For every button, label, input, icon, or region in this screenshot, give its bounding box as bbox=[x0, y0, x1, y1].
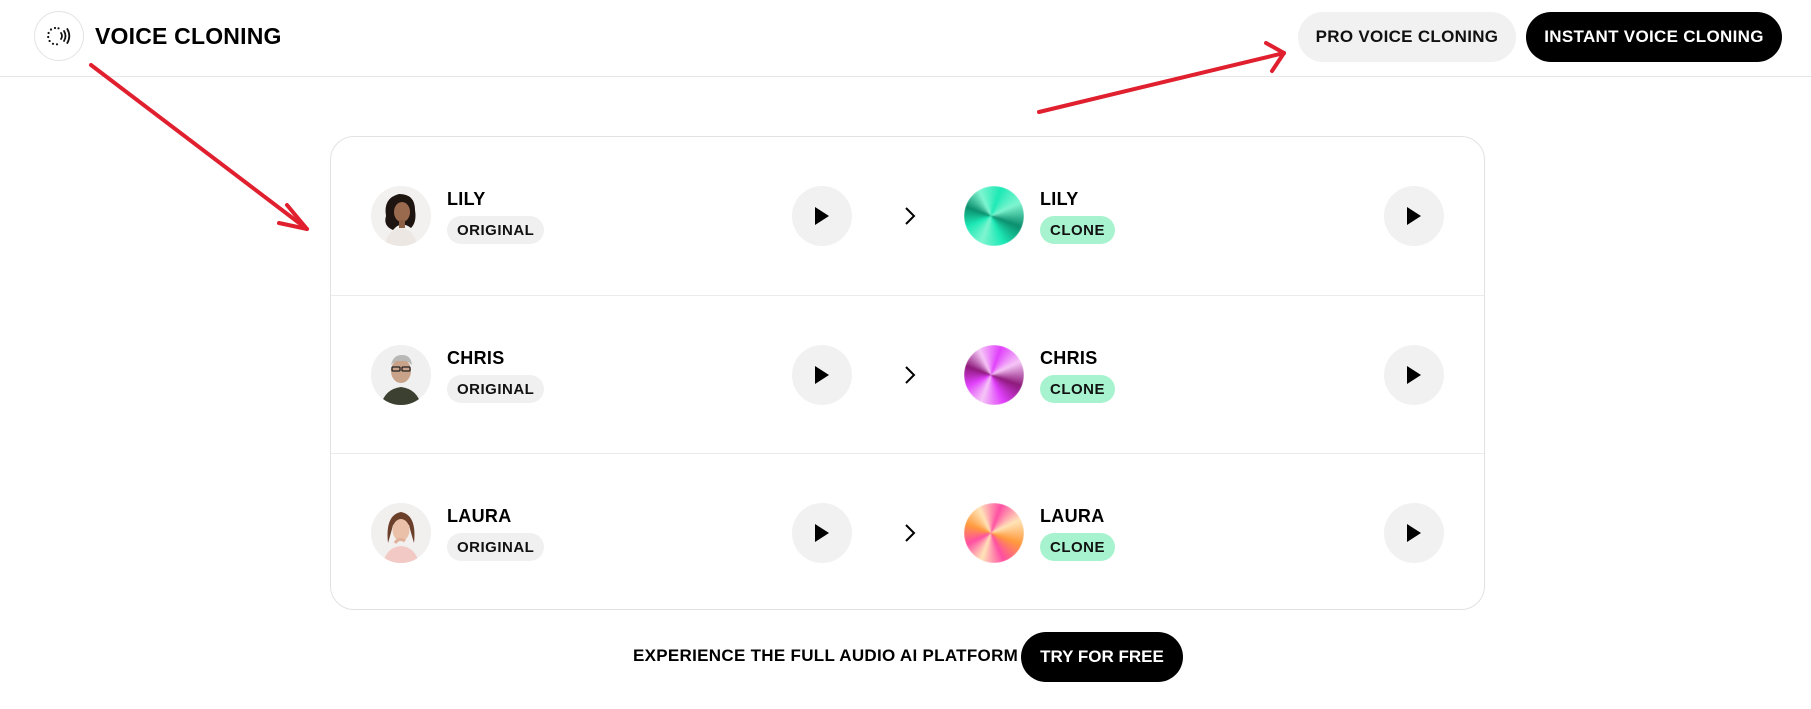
clone-voice-name: CHRIS bbox=[1040, 348, 1098, 368]
voice-row: LAURA ORIGINAL LAURA CLONE bbox=[331, 453, 1484, 609]
clone-orb bbox=[964, 503, 1024, 563]
original-badge: ORIGINAL bbox=[447, 375, 545, 403]
original-voice-name: LAURA bbox=[447, 506, 512, 526]
person-photo-icon bbox=[371, 503, 431, 563]
chevron-right-icon bbox=[902, 520, 918, 546]
play-clone-button[interactable] bbox=[1384, 345, 1444, 405]
clone-voice-name: LAURA bbox=[1040, 506, 1105, 526]
original-voice-name: LILY bbox=[447, 189, 486, 209]
clone-orb bbox=[964, 186, 1024, 246]
try-for-free-button[interactable]: TRY FOR FREE bbox=[1021, 632, 1183, 682]
original-avatar bbox=[371, 503, 431, 563]
original-voice-name: CHRIS bbox=[447, 348, 505, 368]
person-photo-icon bbox=[371, 345, 431, 405]
original-badge: ORIGINAL bbox=[447, 216, 545, 244]
play-original-button[interactable] bbox=[792, 186, 852, 246]
clone-badge: CLONE bbox=[1040, 375, 1115, 403]
instant-voice-cloning-button[interactable]: INSTANT VOICE CLONING bbox=[1526, 12, 1782, 62]
play-icon bbox=[1407, 524, 1421, 542]
play-icon bbox=[1407, 366, 1421, 384]
play-clone-button[interactable] bbox=[1384, 186, 1444, 246]
clone-voice-name: LILY bbox=[1040, 189, 1079, 209]
page-title: VOICE CLONING bbox=[95, 23, 282, 49]
play-icon bbox=[815, 207, 829, 225]
clone-orb bbox=[964, 345, 1024, 405]
voice-wave-icon bbox=[47, 26, 71, 46]
header: VOICE CLONING PRO VOICE CLONING INSTANT … bbox=[0, 0, 1811, 77]
platform-promo-text: EXPERIENCE THE FULL AUDIO AI PLATFORM bbox=[633, 646, 1019, 665]
original-badge: ORIGINAL bbox=[447, 533, 545, 561]
clone-orb-avatar bbox=[964, 186, 1024, 246]
annotation-arrow-icon bbox=[89, 63, 309, 231]
play-clone-button[interactable] bbox=[1384, 503, 1444, 563]
pro-voice-cloning-button[interactable]: PRO VOICE CLONING bbox=[1298, 12, 1516, 62]
clone-orb-avatar bbox=[964, 503, 1024, 563]
chevron-right-icon bbox=[902, 362, 918, 388]
voice-row: CHRIS ORIGINAL CHRIS CLONE bbox=[331, 295, 1484, 454]
play-icon bbox=[815, 366, 829, 384]
voice-row: LILY ORIGINAL LILY CLONE bbox=[331, 137, 1484, 295]
play-original-button[interactable] bbox=[792, 345, 852, 405]
play-original-button[interactable] bbox=[792, 503, 852, 563]
original-avatar bbox=[371, 186, 431, 246]
play-icon bbox=[815, 524, 829, 542]
clone-badge: CLONE bbox=[1040, 216, 1115, 244]
logo[interactable] bbox=[34, 11, 84, 61]
chevron-right-icon bbox=[902, 203, 918, 229]
person-photo-icon bbox=[371, 186, 431, 246]
voice-comparison-card: LILY ORIGINAL LILY CLONE CHRIS ORIGINAL … bbox=[330, 136, 1485, 610]
play-icon bbox=[1407, 207, 1421, 225]
original-avatar bbox=[371, 345, 431, 405]
clone-orb-avatar bbox=[964, 345, 1024, 405]
clone-badge: CLONE bbox=[1040, 533, 1115, 561]
